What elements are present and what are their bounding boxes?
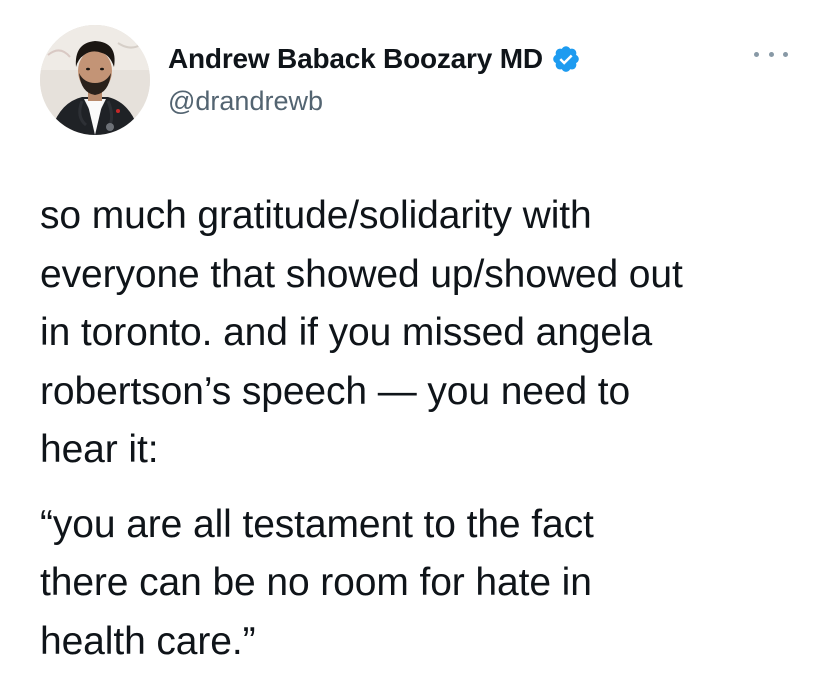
more-dot-icon [783,51,788,57]
author-display-name[interactable]: Andrew Baback Boozary MD [168,42,543,76]
tweet-line: in toronto. and if you missed angela [40,311,653,354]
author-handle[interactable]: @drandrewb [168,85,323,117]
tweet-line: so much gratitude/solidarity with [40,194,592,237]
tweet-line: hear it: [40,428,159,471]
more-dot-icon [768,51,774,57]
verified-badge-icon [551,44,581,74]
tweet-line: there can be no room for hate in [40,561,592,604]
tweet-header: Andrew Baback Boozary MD @drandrewb [40,25,788,135]
tweet-line: robertson’s speech — you need to [40,369,631,413]
tweet-line: everyone that showed up/showed out [40,252,683,296]
tweet-line: “you are all testament to the fact [40,502,594,546]
tweet-text: so much gratitude/solidarity with everyo… [40,187,800,671]
tweet-paragraph-2: “you are all testament to the fact there… [40,496,800,672]
more-dot-icon [754,51,759,57]
avatar-image [40,25,150,135]
tweet-paragraph-1: so much gratitude/solidarity with everyo… [40,187,800,480]
tweet-line: health care.” [40,619,256,663]
avatar[interactable] [40,25,150,135]
tweet: Andrew Baback Boozary MD @drandrewb so m… [0,0,828,687]
more-options-icon[interactable] [754,47,788,61]
author-name-row[interactable]: Andrew Baback Boozary MD [168,42,581,76]
